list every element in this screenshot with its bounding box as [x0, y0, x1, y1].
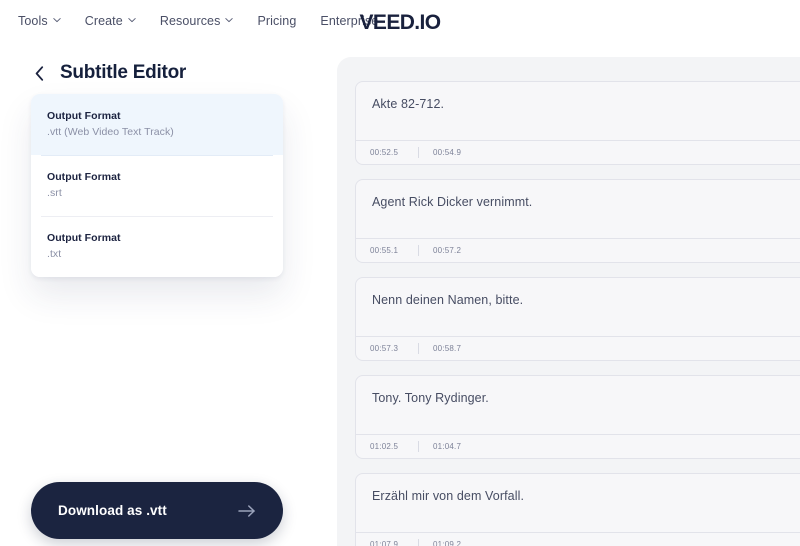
subtitle-start-time[interactable]: 00:52.5 [370, 148, 418, 157]
subtitle-text[interactable]: Tony. Tony Rydinger. [356, 376, 800, 434]
subtitle-start-time[interactable]: 00:57.3 [370, 344, 418, 353]
subtitle-start-time[interactable]: 01:02.5 [370, 442, 418, 451]
subtitle-timestamps: 00:57.3 00:58.7 [356, 336, 800, 360]
subtitle-timestamps: 00:52.5 00:54.9 [356, 140, 800, 164]
subtitle-card[interactable]: Tony. Tony Rydinger. 01:02.5 01:04.7 [355, 375, 800, 459]
subtitle-timestamps: 01:07.9 01:09.2 [356, 532, 800, 546]
chevron-left-icon[interactable] [32, 63, 46, 83]
timestamp-separator [418, 539, 419, 546]
download-button-label: Download as .vtt [58, 503, 167, 518]
subtitle-text[interactable]: Akte 82-712. [356, 82, 800, 140]
subtitle-end-time[interactable]: 01:09.2 [433, 540, 461, 546]
subtitle-timestamps: 00:55.1 00:57.2 [356, 238, 800, 262]
output-format-option-vtt[interactable]: Output Format .vtt (Web Video Text Track… [31, 94, 283, 155]
subtitle-end-time[interactable]: 00:57.2 [433, 246, 461, 255]
page-title: Subtitle Editor [60, 62, 187, 83]
output-format-option-txt[interactable]: Output Format .txt [31, 216, 283, 277]
subtitle-end-time[interactable]: 01:04.7 [433, 442, 461, 451]
output-format-label: Output Format [47, 232, 121, 244]
timestamp-separator [418, 441, 419, 452]
subtitle-card[interactable]: Nenn deinen Namen, bitte. 00:57.3 00:58.… [355, 277, 800, 361]
output-format-option-srt[interactable]: Output Format .srt [31, 155, 283, 216]
output-format-label: Output Format [47, 110, 121, 122]
subtitle-text[interactable]: Agent Rick Dicker vernimmt. [356, 180, 800, 238]
output-format-options: Output Format .vtt (Web Video Text Track… [31, 94, 283, 277]
subtitle-start-time[interactable]: 00:55.1 [370, 246, 418, 255]
subtitle-editor-page: Tools Create Resources Pricing Enterpris… [0, 0, 800, 546]
page-header: Subtitle Editor [32, 62, 186, 84]
output-format-label: Output Format [47, 171, 121, 183]
subtitle-start-time[interactable]: 01:07.9 [370, 540, 418, 546]
subtitle-list-panel: Akte 82-712. 00:52.5 00:54.9 Agent Rick … [337, 57, 800, 546]
sidebar-panel: Subtitle Editor Output Format .vtt (Web … [0, 46, 330, 546]
subtitle-end-time[interactable]: 00:58.7 [433, 344, 461, 353]
timestamp-separator [418, 343, 419, 354]
subtitle-list: Akte 82-712. 00:52.5 00:54.9 Agent Rick … [355, 81, 800, 546]
output-format-value: .srt [47, 187, 62, 199]
arrow-right-icon [237, 504, 257, 518]
subtitle-end-time[interactable]: 00:54.9 [433, 148, 461, 157]
subtitle-text[interactable]: Erzähl mir von dem Vorfall. [356, 474, 800, 532]
output-format-value: .txt [47, 248, 62, 260]
top-navigation-bar: Tools Create Resources Pricing Enterpris… [0, 0, 800, 46]
output-format-value: .vtt (Web Video Text Track) [47, 126, 174, 138]
subtitle-card[interactable]: Akte 82-712. 00:52.5 00:54.9 [355, 81, 800, 165]
timestamp-separator [418, 147, 419, 158]
veed-logo[interactable]: VEED.IO [0, 11, 800, 35]
download-button[interactable]: Download as .vtt [31, 482, 283, 539]
subtitle-text[interactable]: Nenn deinen Namen, bitte. [356, 278, 800, 336]
timestamp-separator [418, 245, 419, 256]
subtitle-card[interactable]: Erzähl mir von dem Vorfall. 01:07.9 01:0… [355, 473, 800, 546]
subtitle-card[interactable]: Agent Rick Dicker vernimmt. 00:55.1 00:5… [355, 179, 800, 263]
subtitle-timestamps: 01:02.5 01:04.7 [356, 434, 800, 458]
